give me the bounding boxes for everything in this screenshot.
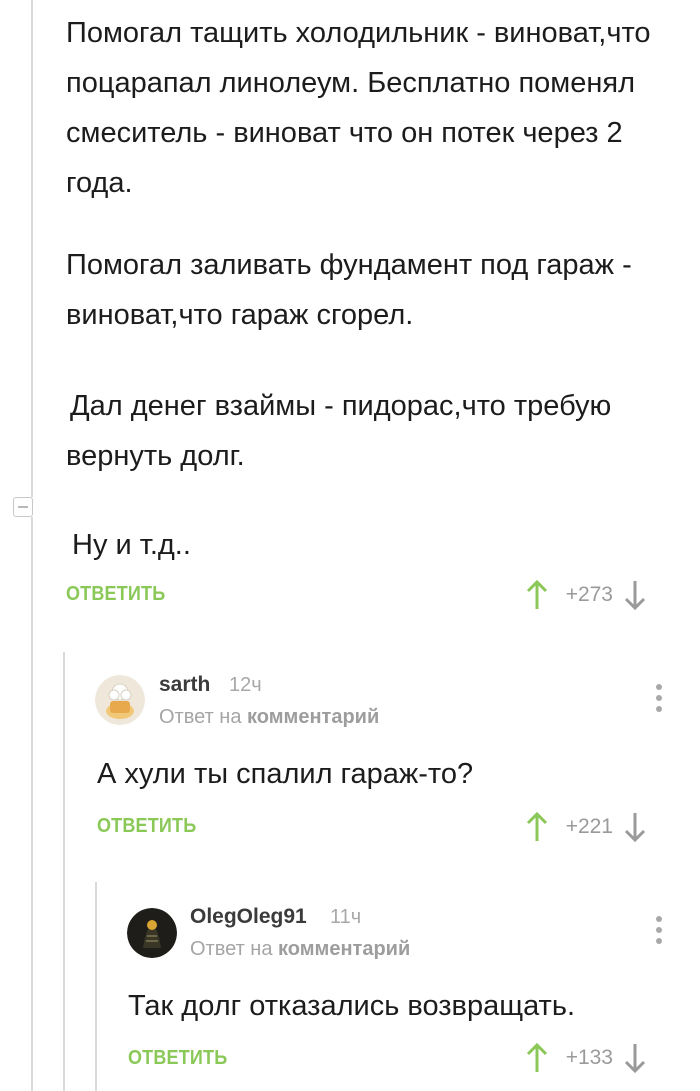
arrow-down-icon[interactable] (623, 811, 647, 843)
vote-score: +273 (565, 583, 613, 606)
timestamp: 12ч (229, 674, 262, 696)
collapse-minus-icon[interactable] (13, 497, 33, 517)
reply-button[interactable]: ОТВЕТИТЬ (128, 1047, 227, 1070)
vote-score: +221 (565, 815, 613, 838)
arrow-down-icon[interactable] (623, 579, 647, 611)
reply-to-prefix: Ответ на (190, 938, 273, 960)
thread-line-main (31, 0, 33, 497)
more-vertical-icon[interactable] (654, 684, 664, 720)
reply-to-prefix: Ответ на (159, 706, 242, 728)
arrow-down-icon[interactable] (623, 1042, 647, 1074)
comment-paragraph: Помогал тащить холодильник - виноват,что… (66, 17, 651, 199)
comment-paragraph: Помогал заливать фундамент под гараж - в… (66, 249, 632, 331)
arrow-up-icon[interactable] (525, 1042, 549, 1074)
thread-line-reply1 (63, 652, 65, 1091)
reply-button[interactable]: ОТВЕТИТЬ (66, 583, 165, 606)
comment-text: Так долг отказались возвращать. (128, 990, 576, 1022)
thread-line-main-lower (31, 517, 33, 1091)
comment-paragraph: Дал денег взаймы - пидорас,что требую ве… (66, 390, 612, 472)
avatar[interactable] (127, 908, 177, 958)
vote-controls: +273 (525, 579, 647, 611)
username[interactable]: OlegOleg91 (190, 905, 307, 929)
comment-text: А хули ты спалил гараж-то? (97, 758, 474, 790)
arrow-up-icon[interactable] (525, 579, 549, 611)
reply-to-meta: Ответ на комментарий (190, 938, 410, 961)
vote-score: +133 (565, 1046, 613, 1069)
more-vertical-icon[interactable] (654, 916, 664, 952)
reply-to-meta: Ответ на комментарий (159, 706, 379, 729)
arrow-up-icon[interactable] (525, 811, 549, 843)
avatar[interactable] (95, 675, 145, 725)
reply-button[interactable]: ОТВЕТИТЬ (97, 815, 196, 838)
comment-paragraph: Ну и т.д.. (72, 529, 191, 561)
vote-controls: +133 (525, 1042, 647, 1074)
vote-controls: +221 (525, 811, 647, 843)
username[interactable]: sarth (159, 673, 210, 697)
reply-to-link[interactable]: комментарий (247, 706, 379, 728)
thread-line-reply2 (95, 882, 97, 1091)
reply-to-link[interactable]: комментарий (278, 938, 410, 960)
timestamp: 11ч (330, 906, 362, 928)
